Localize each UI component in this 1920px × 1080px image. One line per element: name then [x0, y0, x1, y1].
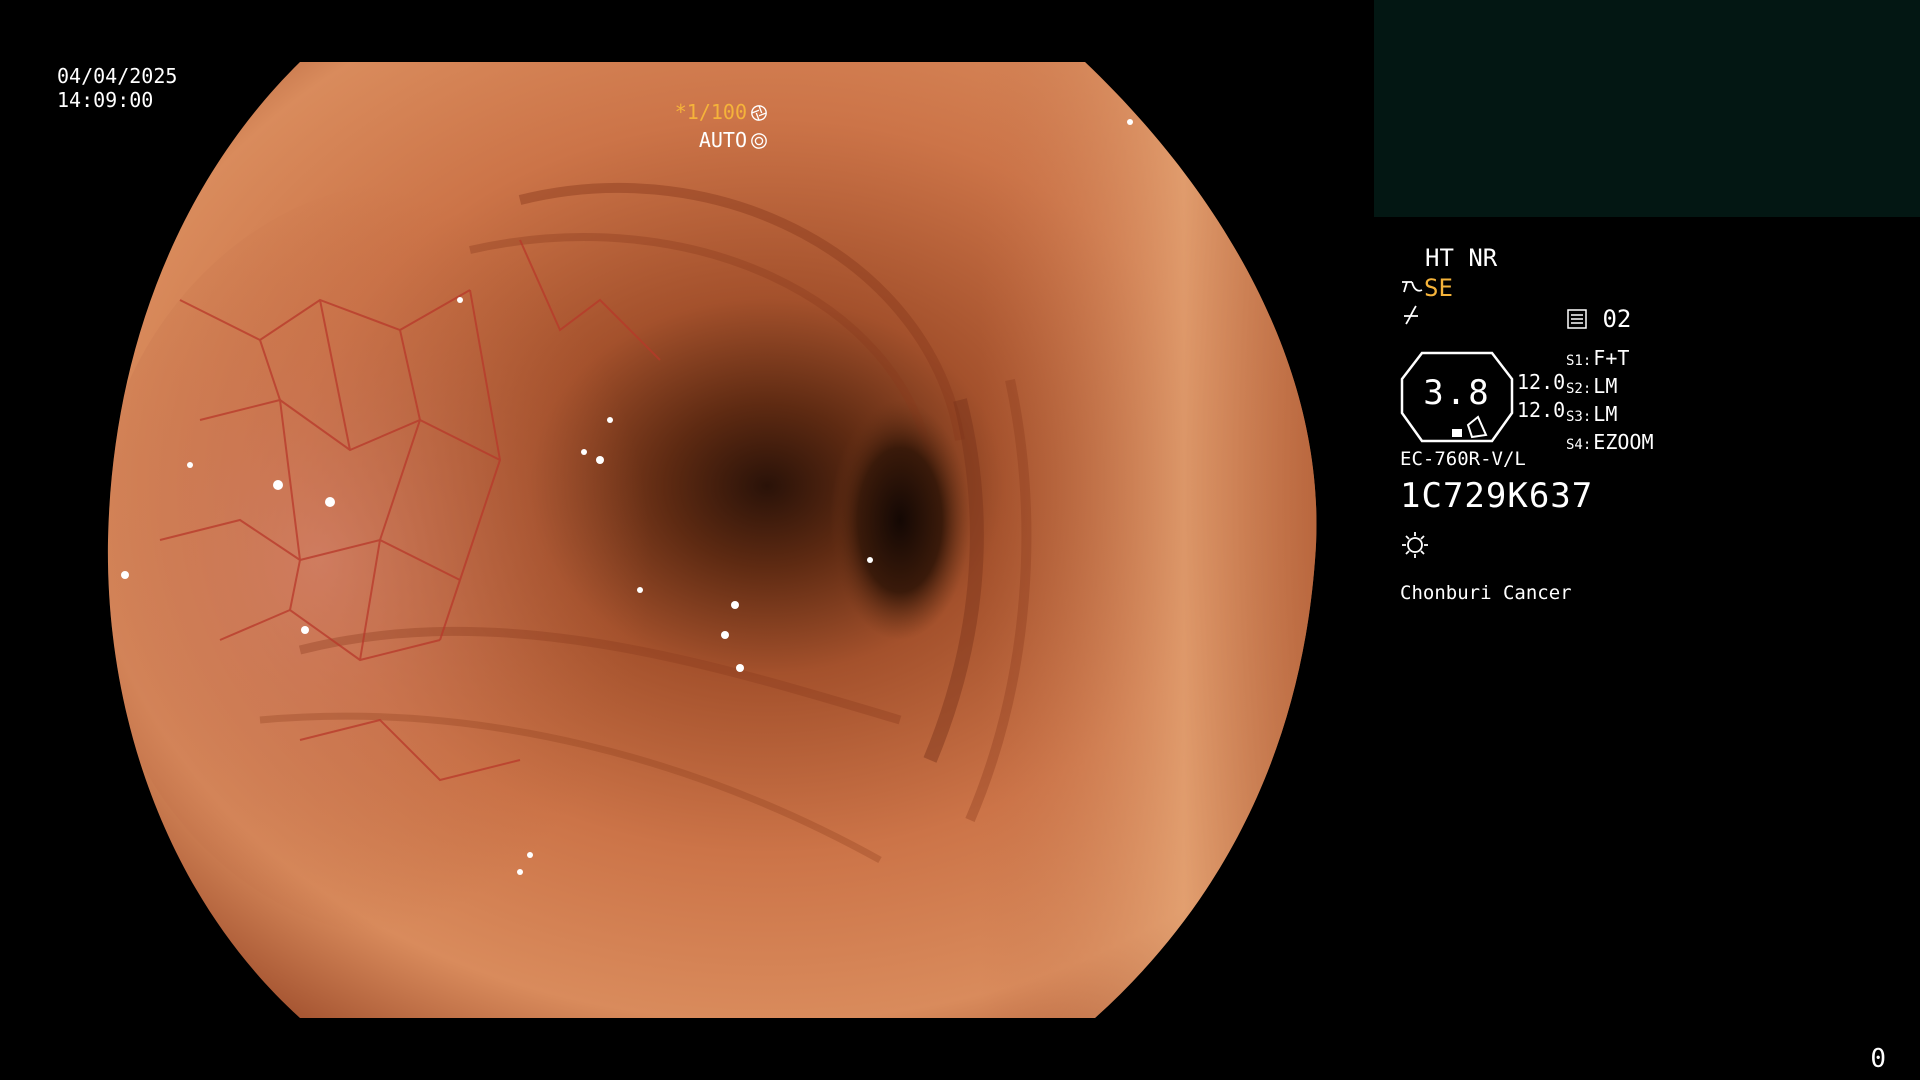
- iris-mode: AUTO: [698, 128, 747, 152]
- image-counter: 0: [1870, 1044, 1886, 1074]
- switch-key: S3:: [1566, 409, 1592, 425]
- structure-indicator: [1400, 304, 1422, 330]
- structure-enhance-icon: [1402, 281, 1423, 293]
- light-indicator: [1400, 530, 1430, 566]
- light-source-icon: [1402, 532, 1428, 558]
- iris-icon: [751, 133, 767, 149]
- scope-serial: 1C729K637: [1400, 476, 1594, 516]
- pip-window: [1374, 0, 1920, 217]
- enhance-mode: SE: [1400, 274, 1453, 302]
- gauge-value: 3.8: [1423, 373, 1491, 413]
- gauge-side-values: 12.0 12.0: [1517, 368, 1565, 424]
- aperture-icon: [751, 105, 767, 121]
- gauge: 3.8: [1400, 351, 1514, 443]
- processing-mode: HT NR: [1425, 244, 1498, 272]
- preset-indicator: 02: [1566, 305, 1631, 333]
- date-time-display: 04/04/2025 14:09:00: [57, 64, 177, 112]
- time-label: 14:09:00: [57, 88, 154, 112]
- switch-value: EZOOM: [1593, 430, 1654, 454]
- switch-item: S3: LM: [1566, 402, 1654, 430]
- shutter-speed: *1/100: [674, 100, 747, 124]
- enhance-label: SE: [1424, 274, 1453, 302]
- switch-value: LM: [1593, 402, 1618, 426]
- switch-item: S4: EZOOM: [1566, 430, 1654, 458]
- endoscopic-image: [107, 62, 1317, 1018]
- structure-icon: [1404, 305, 1418, 325]
- switch-item: S1: F+T: [1566, 346, 1654, 374]
- gauge-side-value: 12.0: [1517, 370, 1566, 394]
- switch-item: S2: LM: [1566, 374, 1654, 402]
- switch-value: F+T: [1593, 346, 1630, 370]
- endoscope-view: 04/04/2025 14:09:00 *1/100 AUTO: [0, 0, 1370, 1080]
- date-label: 04/04/2025: [57, 64, 178, 88]
- memory-card-icon: [1567, 309, 1587, 329]
- switch-key: S1:: [1566, 353, 1592, 369]
- hospital-name: Chonburi Cancer: [1400, 582, 1572, 604]
- switch-assignments: S1: F+T S2: LM S3: LM S4: EZOOM: [1566, 346, 1654, 458]
- exposure-settings: *1/100 AUTO: [675, 98, 768, 154]
- gauge-side-value: 12.0: [1517, 398, 1566, 422]
- switch-key: S4:: [1566, 437, 1592, 453]
- switch-value: LM: [1593, 374, 1618, 398]
- scope-model: EC-760R-V/L: [1400, 448, 1526, 470]
- switch-key: S2:: [1566, 381, 1592, 397]
- preset-number: 02: [1602, 305, 1632, 333]
